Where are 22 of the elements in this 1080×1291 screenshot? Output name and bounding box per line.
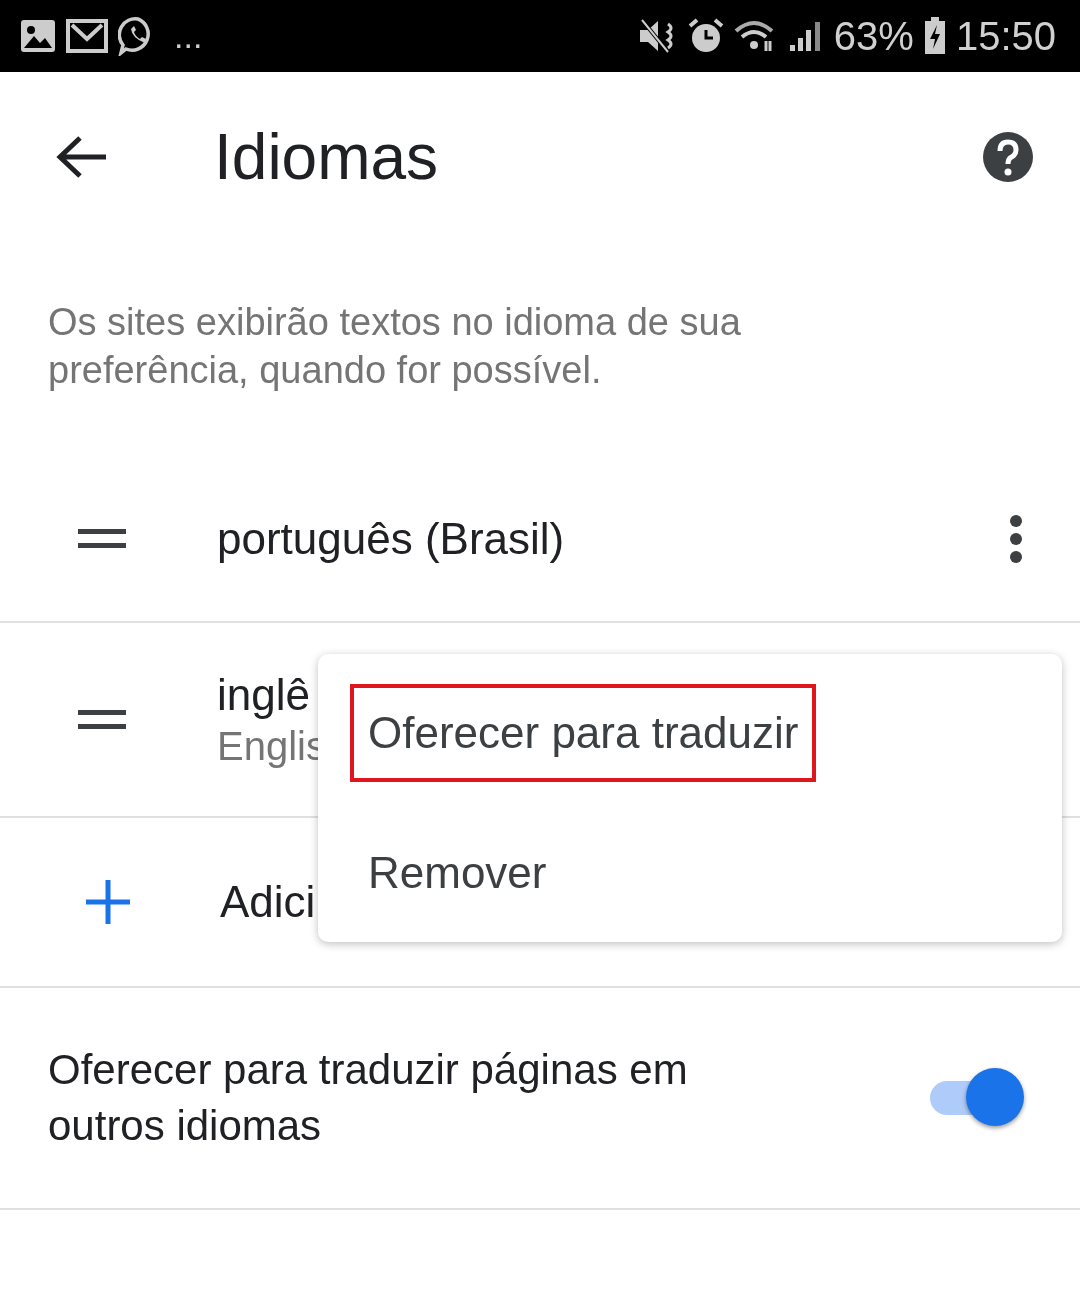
back-arrow-icon[interactable]: [56, 135, 108, 179]
notification-overflow: ...: [174, 16, 203, 56]
battery-charging-icon: [923, 17, 946, 55]
setting-label: Oferecer para traduzir páginas em outros idiomas: [48, 1045, 689, 1151]
more-options-icon[interactable]: [1008, 514, 1024, 564]
description-text: Os sites exibirão textos no idioma de sua preferência, quando for possível.: [47, 300, 742, 393]
clock-time: 15:50: [955, 13, 1056, 59]
drag-handle-icon[interactable]: [78, 529, 126, 549]
menu-item[interactable]: Remover: [350, 824, 565, 922]
menu-item[interactable]: Oferecer para traduzir: [350, 684, 817, 782]
help-icon[interactable]: [982, 131, 1034, 183]
alarm-icon: [687, 18, 724, 54]
add-language-label[interactable]: Adici: [220, 877, 316, 927]
battery-percent: 63%: [833, 13, 914, 59]
drag-handle-icon[interactable]: [78, 709, 126, 730]
page-title: Idiomas: [214, 120, 440, 194]
gallery-icon: [20, 19, 56, 53]
toggle-switch[interactable]: [930, 1068, 1024, 1128]
language-name: inglê: [217, 670, 310, 720]
mail-icon: [66, 19, 108, 53]
language-name: português (Brasil): [217, 514, 565, 564]
plus-icon[interactable]: [86, 880, 130, 924]
